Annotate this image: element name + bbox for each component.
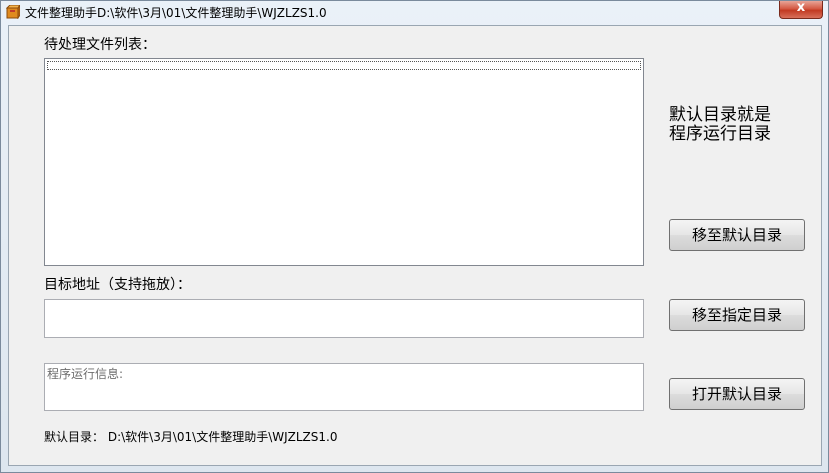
target-address-input[interactable] xyxy=(44,299,644,338)
list-focus-indicator xyxy=(47,61,641,70)
file-listbox[interactable] xyxy=(44,58,644,266)
move-to-default-button[interactable]: 移至默认目录 xyxy=(669,219,805,251)
run-info-textarea[interactable]: 程序运行信息: xyxy=(44,363,644,411)
open-default-dir-button[interactable]: 打开默认目录 xyxy=(669,378,805,410)
file-list-label: 待处理文件列表： xyxy=(44,37,156,53)
default-dir-note: 默认目录就是 程序运行目录 xyxy=(669,106,771,144)
window-title: 文件整理助手D:\软件\3月\01\文件整理助手\WJZLZS1.0 xyxy=(25,6,327,20)
run-info-placeholder: 程序运行信息: xyxy=(47,367,124,381)
client-area: 待处理文件列表： 默认目录就是 程序运行目录 移至默认目录 目标地址（支持拖放）… xyxy=(8,25,822,466)
target-address-label: 目标地址（支持拖放）： xyxy=(44,277,191,293)
note-line-1: 默认目录就是 xyxy=(669,105,771,125)
default-dir-footer: 默认目录： D:\软件\3月\01\文件整理助手\WJZLZS1.0 xyxy=(44,428,337,445)
default-dir-path: D:\软件\3月\01\文件整理助手\WJZLZS1.0 xyxy=(107,430,338,444)
default-dir-label: 默认目录： xyxy=(44,430,105,444)
close-button[interactable]: x xyxy=(779,0,823,19)
package-icon xyxy=(6,5,20,19)
move-to-specified-button[interactable]: 移至指定目录 xyxy=(669,299,805,331)
note-line-2: 程序运行目录 xyxy=(669,124,771,144)
close-icon: x xyxy=(796,0,806,15)
app-window: 文件整理助手D:\软件\3月\01\文件整理助手\WJZLZS1.0 x 待处理… xyxy=(0,0,829,473)
title-bar[interactable]: 文件整理助手D:\软件\3月\01\文件整理助手\WJZLZS1.0 x xyxy=(1,0,828,23)
